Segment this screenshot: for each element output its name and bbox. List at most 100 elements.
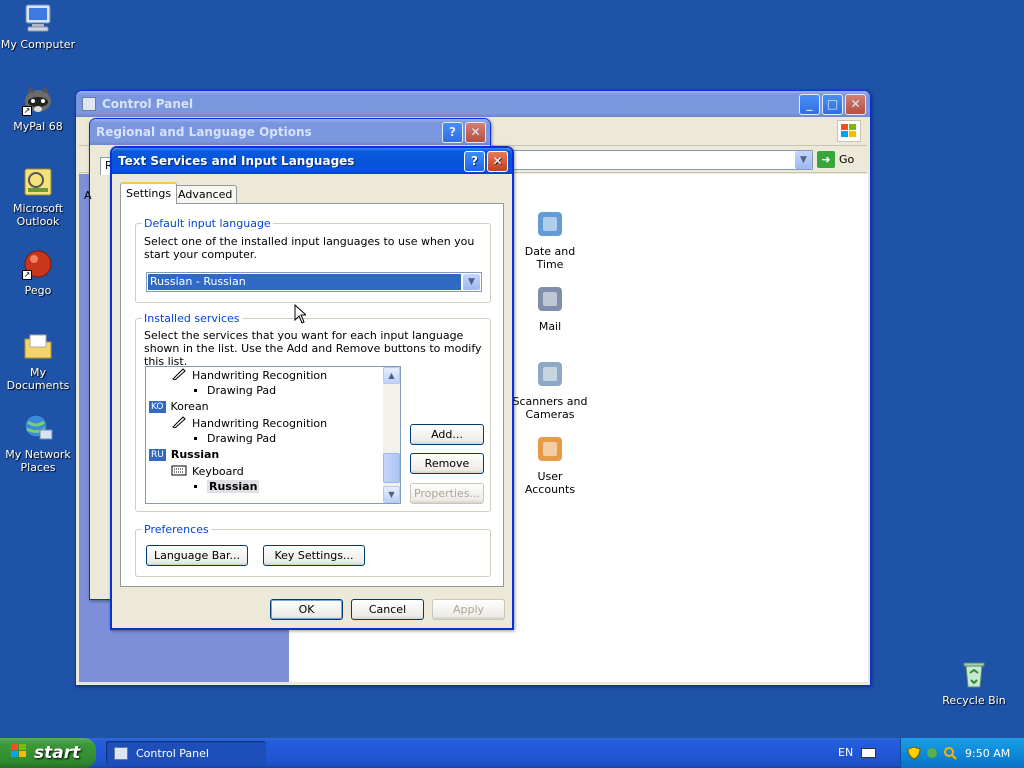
desktop-icon-label: Recycle Bin	[942, 694, 1006, 707]
desktop-icon-pego[interactable]: ↗ Pego	[0, 248, 76, 297]
tree-row-label: Drawing Pad	[207, 432, 277, 445]
control-panel-titlebar[interactable]: Control Panel _ □ ✕	[76, 91, 870, 117]
close-button[interactable]: ✕	[845, 93, 866, 115]
shortcut-arrow-icon: ↗	[22, 270, 32, 280]
preferences-group: Preferences Language Bar... Key Settings…	[135, 523, 491, 577]
remove-button[interactable]: Remove	[410, 453, 484, 474]
control-panel-title-icon	[82, 97, 96, 111]
regional-title: Regional and Language Options	[96, 125, 312, 139]
tree-row-label: Russian	[207, 480, 260, 493]
taskbar-button-control-panel[interactable]: Control Panel	[106, 741, 266, 765]
add-button[interactable]: Add...	[410, 424, 484, 445]
chevron-down-icon[interactable]: ▼	[463, 274, 480, 290]
services-tree[interactable]: Handwriting Recognition Drawing Pad KO Kore…	[145, 366, 401, 504]
tree-row[interactable]: KO Korean	[149, 400, 209, 413]
cp-item[interactable]: Scanners and Cameras	[512, 358, 588, 421]
tree-row[interactable]: Handwriting Recognition	[171, 416, 327, 431]
bullet-icon	[193, 432, 199, 445]
tree-row[interactable]: Drawing Pad	[193, 432, 276, 445]
desktop-icon-recycle-bin[interactable]: Recycle Bin	[936, 658, 1012, 707]
default-input-select[interactable]: Russian - Russian ▼	[146, 272, 482, 292]
desktop-icon-mypal[interactable]: ↗ MyPal 68	[0, 84, 76, 133]
tree-scrollbar[interactable]: ▲ ▼	[383, 367, 400, 503]
apply-button[interactable]: Apply	[432, 599, 505, 620]
default-input-legend: Default input language	[142, 217, 273, 230]
language-badge-icon: RU	[149, 448, 166, 461]
maximize-button[interactable]: □	[822, 93, 843, 115]
pen-icon	[171, 416, 187, 431]
security-shield-icon[interactable]	[907, 746, 921, 760]
desktop-icon-my-documents[interactable]: My Documents	[0, 330, 76, 392]
installed-services-group: Installed services Select the services t…	[135, 312, 491, 512]
regional-titlebar[interactable]: Regional and Language Options ? ✕	[90, 119, 490, 145]
cp-item-label: Mail	[538, 320, 562, 333]
tree-row[interactable]: Russian	[193, 480, 260, 493]
network-status-icon[interactable]	[925, 746, 939, 760]
default-input-group: Default input language Select one of the…	[135, 217, 491, 303]
taskbar: start Control Panel EN 9:50 AM	[0, 738, 1024, 768]
control-panel-title: Control Panel	[102, 97, 194, 111]
language-bar-button[interactable]: Language Bar...	[146, 545, 248, 566]
tree-row-label: Handwriting Recognition	[192, 417, 328, 430]
cp-item[interactable]: User Accounts	[512, 433, 588, 496]
outlook-icon	[22, 166, 54, 198]
scroll-up-button[interactable]: ▲	[383, 367, 400, 384]
desktop-icon-label: My Network Places	[5, 448, 71, 474]
bullet-icon	[193, 480, 199, 493]
pen-icon	[171, 368, 187, 383]
close-button[interactable]: ✕	[465, 121, 486, 143]
properties-button[interactable]: Properties...	[410, 483, 484, 504]
cancel-button[interactable]: Cancel	[351, 599, 424, 620]
cp-item-label: Date and Time	[524, 245, 576, 271]
text-services-title: Text Services and Input Languages	[118, 154, 355, 168]
desktop-icon-label: My Documents	[6, 366, 70, 392]
tree-row-label: Russian	[170, 448, 220, 461]
help-button[interactable]: ?	[442, 121, 463, 143]
language-indicator[interactable]: EN	[838, 746, 853, 759]
pego-icon: ↗	[22, 248, 54, 280]
close-button[interactable]: ✕	[487, 150, 508, 172]
tree-row[interactable]: Drawing Pad	[193, 384, 276, 397]
tree-row-label: Drawing Pad	[207, 384, 277, 397]
tree-row[interactable]: Handwriting Recognition	[171, 368, 327, 383]
start-label: start	[34, 743, 81, 763]
tab-settings[interactable]: Settings	[120, 182, 178, 204]
network-icon	[22, 412, 54, 444]
text-services-titlebar[interactable]: Text Services and Input Languages ? ✕	[112, 148, 512, 174]
recycle-bin-icon	[958, 658, 990, 690]
cp-item-label: Scanners and Cameras	[512, 395, 588, 421]
desktop-icon-label: My Computer	[0, 38, 76, 51]
windows-flag-icon	[10, 743, 28, 764]
desktop-icon-network[interactable]: My Network Places	[0, 412, 76, 474]
search-icon[interactable]	[943, 746, 957, 760]
cp-item[interactable]: Date and Time	[512, 208, 588, 271]
cp-item[interactable]: Mail	[512, 283, 588, 333]
cp-item-label: User Accounts	[524, 470, 576, 496]
regional-side-stub: A	[84, 189, 92, 202]
user-accounts-icon	[534, 433, 566, 465]
text-services-dialog[interactable]: Text Services and Input Languages ? ✕ Se…	[110, 146, 514, 630]
address-dropdown-arrow[interactable]: ▼	[795, 151, 812, 169]
clock[interactable]: 9:50 AM	[965, 747, 1010, 760]
shortcut-arrow-icon: ↗	[22, 106, 32, 116]
desktop-icon-outlook[interactable]: Microsoft Outlook	[0, 166, 76, 228]
mail-icon	[534, 283, 566, 315]
tree-row[interactable]: RU Russian	[149, 448, 219, 461]
language-badge-icon: KO	[149, 400, 166, 413]
ok-button[interactable]: OK	[270, 599, 343, 620]
scroll-down-button[interactable]: ▼	[383, 486, 400, 503]
start-button[interactable]: start	[0, 738, 96, 768]
desktop-icon-my-computer[interactable]: My Computer	[0, 2, 76, 51]
taskbar-button-label: Control Panel	[136, 746, 209, 760]
scanner-icon	[534, 358, 566, 390]
raccoon-icon: ↗	[22, 84, 54, 116]
tab-advanced[interactable]: Advanced	[173, 185, 238, 204]
date-time-icon	[534, 208, 566, 240]
minimize-button[interactable]: _	[799, 93, 820, 115]
scroll-thumb[interactable]	[383, 453, 400, 483]
go-button[interactable]: ➜ Go	[817, 151, 854, 168]
keyboard-icon[interactable]	[861, 748, 876, 758]
tree-row[interactable]: Keyboard	[171, 464, 244, 479]
help-button[interactable]: ?	[464, 150, 485, 172]
key-settings-button[interactable]: Key Settings...	[263, 545, 365, 566]
